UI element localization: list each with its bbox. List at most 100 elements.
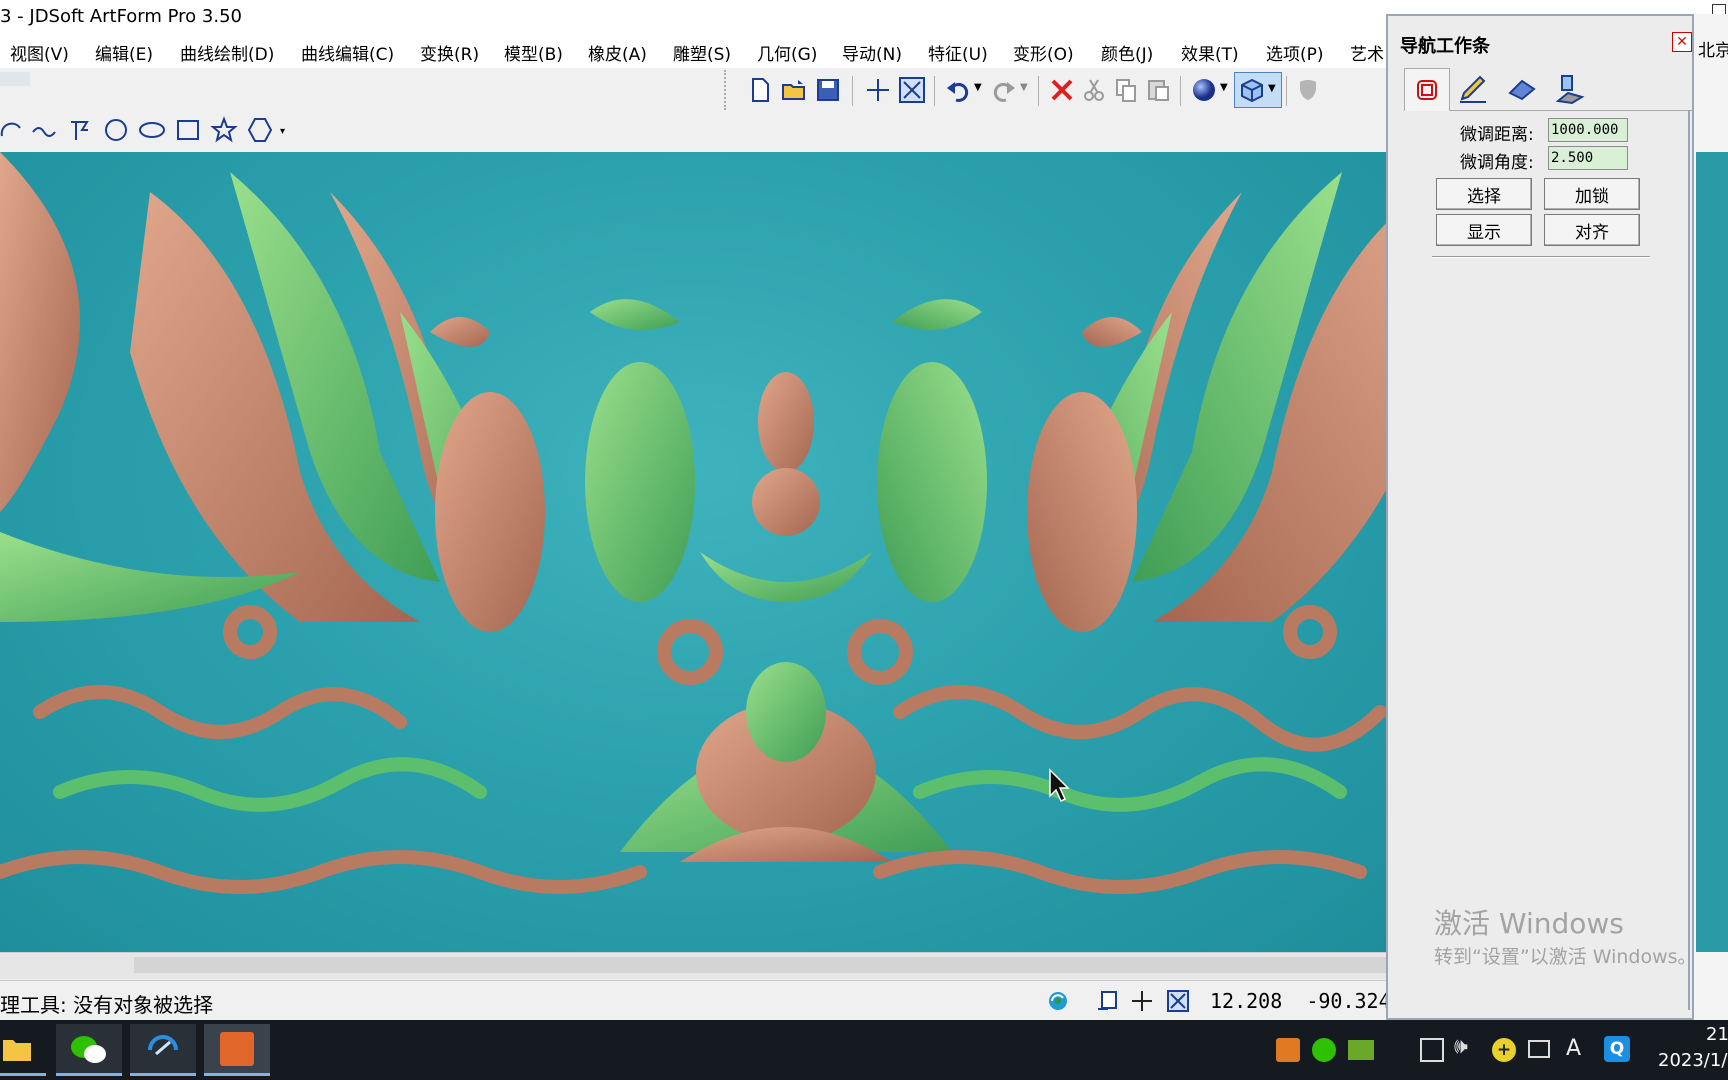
menu-curve-draw[interactable]: 曲线绘制(D): [180, 40, 274, 65]
windows-watermark-subtitle: 转到“设置”以激活 Windows。: [1434, 946, 1697, 968]
tray-plus-icon[interactable]: +: [1492, 1038, 1516, 1062]
relief-model: [0, 152, 1386, 894]
folder-icon: [3, 1040, 31, 1061]
tray-qq-icon[interactable]: Q: [1604, 1036, 1630, 1062]
rectangle-icon[interactable]: [174, 116, 202, 144]
redo-dropdown-icon[interactable]: ▼: [1020, 82, 1028, 93]
shield-icon[interactable]: [1294, 76, 1322, 104]
menu-deform[interactable]: 变形(O): [1013, 40, 1074, 65]
status-bar: 理工具: 没有对象被选择 12.208 -90.324: [0, 980, 1391, 1021]
taskbar-artform[interactable]: [204, 1024, 270, 1076]
menu-options[interactable]: 选项(P): [1266, 40, 1324, 65]
tray-app-orange-icon[interactable]: [1276, 1038, 1300, 1062]
menu-sculpt[interactable]: 雕塑(S): [673, 40, 731, 65]
network-icon[interactable]: [1528, 1040, 1550, 1058]
tab-select[interactable]: [1404, 68, 1450, 111]
right-phoenix: [877, 172, 1386, 632]
select-tab-icon: [1417, 80, 1437, 100]
panel-tab-strip: [1404, 68, 1692, 111]
taskbar-wechat[interactable]: [56, 1024, 122, 1076]
menu-model[interactable]: 模型(B): [504, 40, 563, 65]
clock-date[interactable]: 2023/1/: [1658, 1050, 1727, 1071]
background-window-strip: 北京: [1694, 14, 1728, 1020]
spline-icon[interactable]: [30, 116, 58, 144]
view-cube-icon: [1241, 78, 1263, 103]
tray-app-green-icon[interactable]: [1312, 1038, 1336, 1062]
arc-icon[interactable]: [0, 116, 28, 144]
menu-transform[interactable]: 变换(R): [420, 40, 479, 65]
fine-distance-label: 微调距离:: [1460, 125, 1534, 145]
fine-distance-field[interactable]: 1000.000: [1548, 118, 1628, 142]
menu-view[interactable]: 视图(V): [10, 40, 69, 65]
polygon-icon[interactable]: [246, 116, 274, 144]
undo-icon[interactable]: [944, 76, 972, 104]
taskbar-explorer[interactable]: [0, 1024, 46, 1076]
render-dropdown-icon[interactable]: ▼: [1220, 82, 1228, 93]
draw-more-icon[interactable]: ▾: [280, 126, 285, 137]
edit-tab-icon[interactable]: [1458, 73, 1490, 105]
menu-fragment: 北京: [1698, 41, 1728, 61]
snap-icon[interactable]: [1096, 989, 1120, 1013]
select-button[interactable]: 选择: [1436, 178, 1532, 210]
crosshair-icon[interactable]: [864, 76, 892, 104]
input-method-indicator[interactable]: A: [1566, 1036, 1581, 1061]
panel-divider: [1432, 256, 1650, 258]
view-cube-button[interactable]: ▼: [1234, 72, 1282, 108]
fine-angle-field[interactable]: 2.500: [1548, 146, 1628, 170]
undo-dropdown-icon[interactable]: ▼: [974, 82, 982, 93]
fit-view-icon[interactable]: [898, 76, 926, 104]
panel-title: 导航工作条: [1400, 36, 1490, 57]
menu-curve-edit[interactable]: 曲线编辑(C): [301, 40, 394, 65]
zoom-fit-icon[interactable]: [1166, 989, 1190, 1013]
polyline-icon[interactable]: [66, 116, 94, 144]
menu-edit[interactable]: 编辑(E): [95, 40, 153, 65]
redo-icon[interactable]: [990, 76, 1018, 104]
new-file-icon[interactable]: [746, 76, 774, 104]
save-icon[interactable]: [814, 76, 842, 104]
surface-tab-icon[interactable]: [1506, 73, 1538, 105]
menu-geometry[interactable]: 几何(G): [757, 40, 817, 65]
model-viewport[interactable]: [0, 152, 1386, 952]
lock-button[interactable]: 加锁: [1544, 178, 1640, 210]
open-folder-icon[interactable]: [780, 76, 808, 104]
center-ornament: [700, 372, 872, 602]
windows-watermark-title: 激活 Windows: [1434, 907, 1624, 940]
close-icon[interactable]: ✕: [1672, 32, 1692, 52]
menu-art[interactable]: 艺术: [1350, 40, 1384, 65]
fine-angle-label: 微调角度:: [1460, 153, 1534, 173]
menu-feature[interactable]: 特征(U): [928, 40, 988, 65]
delete-icon[interactable]: [1048, 76, 1076, 104]
lotus-flower: [620, 662, 952, 862]
draw-toolbar: ▾: [0, 114, 300, 148]
logo-fragment: [0, 72, 30, 86]
taskbar-app-blue[interactable]: [130, 1024, 196, 1076]
menu-eraser[interactable]: 橡皮(A): [588, 40, 647, 65]
align-button[interactable]: 对齐: [1544, 214, 1640, 246]
render-sphere-icon[interactable]: [1190, 76, 1218, 104]
ellipse-icon[interactable]: [138, 116, 166, 144]
star-icon[interactable]: [210, 116, 238, 144]
menu-color[interactable]: 颜色(J): [1101, 40, 1153, 65]
cross-cursor-icon[interactable]: [1130, 989, 1154, 1013]
tool-tab-icon[interactable]: [1554, 73, 1586, 105]
circle-icon[interactable]: [102, 116, 130, 144]
paste-icon[interactable]: [1144, 76, 1172, 104]
panel-inner-border: [1688, 110, 1690, 1010]
menu-sweep[interactable]: 导动(N): [842, 40, 902, 65]
show-button[interactable]: 显示: [1436, 214, 1532, 246]
cut-icon[interactable]: [1080, 76, 1108, 104]
volume-icon[interactable]: 🕪: [1454, 1034, 1468, 1059]
left-phoenix: [0, 152, 695, 632]
artform-icon: [220, 1032, 254, 1066]
refresh-icon[interactable]: [1046, 989, 1070, 1013]
taskbar: 🕪 + A Q 21 2023/1/: [0, 1020, 1728, 1080]
view-cube-dropdown-icon: ▼: [1268, 83, 1276, 94]
tray-security-icon[interactable]: [1420, 1038, 1444, 1062]
menu-effect[interactable]: 效果(T): [1181, 40, 1239, 65]
clock-time[interactable]: 21: [1706, 1024, 1728, 1045]
scrollbar-thumb[interactable]: [134, 957, 1386, 973]
copy-icon[interactable]: [1112, 76, 1140, 104]
modeling-app-icon: [148, 1035, 178, 1056]
standard-toolbar: ▼ ▼ ▼ ▼: [724, 70, 1388, 110]
tray-nvidia-icon[interactable]: [1348, 1040, 1374, 1060]
